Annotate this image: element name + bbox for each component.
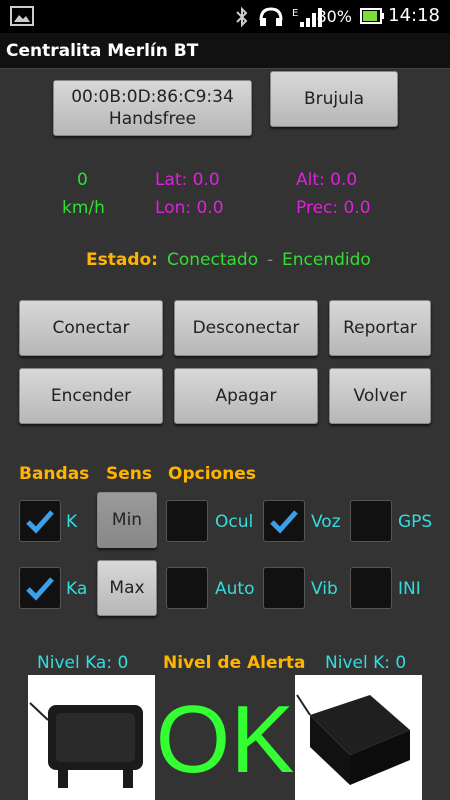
voz-label: Voz: [311, 512, 341, 532]
sens-min-button[interactable]: Min: [97, 492, 157, 548]
device-type: Handsfree: [108, 109, 197, 129]
sens-header: Sens: [106, 464, 152, 484]
status-bar: E 80% 14:18: [0, 0, 450, 33]
compass-button[interactable]: Brujula: [270, 71, 398, 127]
speed-value: 0: [77, 170, 88, 190]
power-status: Encendido: [282, 250, 371, 270]
ocul-checkbox[interactable]: [166, 500, 208, 542]
estado-label: Estado:: [86, 250, 158, 270]
battery-percent: 80%: [316, 7, 352, 26]
device-button[interactable]: 00:0B:0D:86:C9:34 Handsfree: [53, 80, 252, 136]
checkmark-icon: [26, 510, 54, 534]
vib-label: Vib: [311, 579, 338, 599]
ini-label: INI: [398, 579, 421, 599]
lon-value: Lon: 0.0: [155, 198, 224, 218]
lat-value: Lat: 0.0: [155, 170, 220, 190]
headset-icon: [258, 6, 284, 32]
connect-button[interactable]: Conectar: [19, 300, 163, 356]
battery-icon: [360, 8, 384, 28]
alert-status-ok: OK: [155, 686, 295, 793]
connection-status: Conectado: [167, 250, 259, 270]
power-on-button[interactable]: Encender: [19, 368, 163, 424]
speed-unit: km/h: [62, 198, 105, 218]
svg-text:E: E: [292, 8, 298, 19]
disconnect-button[interactable]: Desconectar: [174, 300, 318, 356]
device-address: 00:0B:0D:86:C9:34: [71, 87, 234, 107]
ocul-label: Ocul: [215, 512, 254, 532]
options-header: Opciones: [168, 464, 256, 484]
band-k-label: K: [66, 512, 78, 532]
ka-device-image: [28, 675, 155, 800]
alt-value: Alt: 0.0: [296, 170, 358, 190]
gallery-icon: [10, 6, 34, 30]
ini-checkbox[interactable]: [350, 567, 392, 609]
title-bar: Centralita Merlín BT: [0, 33, 450, 69]
k-device-image: [295, 675, 422, 800]
voz-checkbox[interactable]: [263, 500, 305, 542]
vib-checkbox[interactable]: [263, 567, 305, 609]
band-ka-label: Ka: [66, 579, 88, 599]
k-level: Nivel K: 0: [325, 653, 407, 673]
gps-label: GPS: [398, 512, 433, 532]
band-ka-checkbox[interactable]: [19, 567, 61, 609]
ka-level: Nivel Ka: 0: [37, 653, 129, 673]
alert-level-header: Nivel de Alerta: [163, 653, 306, 673]
clock: 14:18: [388, 5, 440, 26]
auto-checkbox[interactable]: [166, 567, 208, 609]
checkmark-icon: [26, 577, 54, 601]
bluetooth-icon: [234, 6, 250, 32]
back-button[interactable]: Volver: [329, 368, 431, 424]
power-off-button[interactable]: Apagar: [174, 368, 318, 424]
bands-header: Bandas: [19, 464, 90, 484]
gps-checkbox[interactable]: [350, 500, 392, 542]
prec-value: Prec: 0.0: [296, 198, 371, 218]
auto-label: Auto: [215, 579, 255, 599]
checkmark-icon: [270, 510, 298, 534]
report-button[interactable]: Reportar: [329, 300, 431, 356]
status-separator: -: [267, 250, 274, 270]
app-title: Centralita Merlín BT: [6, 41, 199, 61]
band-k-checkbox[interactable]: [19, 500, 61, 542]
sens-max-button[interactable]: Max: [97, 560, 157, 616]
